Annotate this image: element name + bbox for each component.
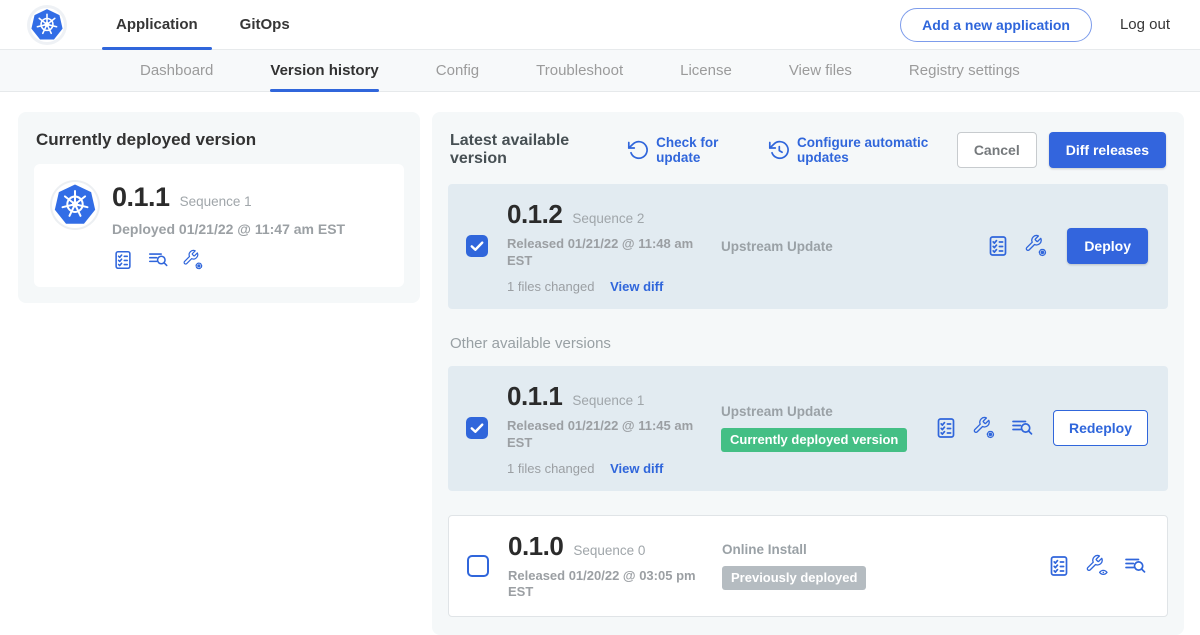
version-row-0-1-2: 0.1.2 Sequence 2 Released 01/21/22 @ 11:… [448, 184, 1168, 309]
version-source-label: Upstream Update [721, 404, 934, 419]
files-changed-label: 1 files changed [507, 279, 594, 294]
topnav-tabs: Application GitOps [116, 0, 290, 50]
currently-deployed-card: 0.1.1 Sequence 1 Deployed 01/21/22 @ 11:… [34, 164, 404, 287]
latest-version-header: Latest available version Check for updat… [450, 132, 1166, 168]
add-new-application-button[interactable]: Add a new application [900, 8, 1092, 42]
app-subnav: Dashboard Version history Config Trouble… [0, 50, 1200, 92]
logout-link[interactable]: Log out [1120, 16, 1170, 33]
previously-deployed-badge: Previously deployed [722, 566, 866, 590]
version-row-0-1-1: 0.1.1 Sequence 1 Released 01/21/22 @ 11:… [448, 366, 1168, 491]
deploy-button[interactable]: Deploy [1067, 228, 1148, 264]
app-kubernetes-icon [52, 182, 98, 228]
sequence-label: Sequence 0 [573, 543, 645, 558]
subnav-tab-license[interactable]: License [680, 50, 732, 92]
version-source-label: Upstream Update [721, 239, 986, 254]
deployed-version-label: 0.1.1 [112, 182, 170, 213]
other-available-versions-title: Other available versions [450, 335, 1166, 352]
deployed-timestamp: Deployed 01/21/22 @ 11:47 am EST [112, 221, 345, 237]
sequence-label: Sequence 2 [572, 211, 644, 226]
subnav-tab-dashboard[interactable]: Dashboard [140, 50, 213, 92]
version-label: 0.1.0 [508, 531, 563, 562]
cancel-button[interactable]: Cancel [957, 132, 1037, 168]
subnav-tab-version-history[interactable]: Version history [270, 50, 378, 92]
tab-application[interactable]: Application [116, 0, 198, 50]
preflight-checklist-icon[interactable] [934, 416, 958, 440]
configure-automatic-updates-label: Configure automatic updates [797, 135, 957, 165]
view-config-wrench-eye-icon[interactable] [1085, 554, 1109, 578]
subnav-tab-registry-settings[interactable]: Registry settings [909, 50, 1020, 92]
preflight-checklist-icon[interactable] [112, 249, 134, 271]
check-for-update-link[interactable]: Check for update [626, 135, 749, 165]
version-select-checkbox[interactable] [467, 555, 489, 577]
version-history-page: Currently deployed version 0.1.1 Sequenc… [0, 92, 1200, 635]
released-timestamp: Released 01/21/22 @ 11:45 am EST [507, 418, 707, 452]
deployed-sequence-label: Sequence 1 [180, 194, 252, 209]
edit-config-wrench-gear-icon[interactable] [182, 249, 204, 271]
auto-update-clock-icon [767, 138, 791, 162]
preflight-checklist-icon[interactable] [1047, 554, 1071, 578]
view-files-search-icon[interactable] [147, 249, 169, 271]
edit-config-wrench-gear-icon[interactable] [1024, 234, 1048, 258]
redeploy-button[interactable]: Redeploy [1053, 410, 1148, 446]
version-select-checkbox[interactable] [466, 235, 488, 257]
view-files-search-icon[interactable] [1123, 554, 1147, 578]
version-row-0-1-0: 0.1.0 Sequence 0 Released 01/20/22 @ 03:… [448, 515, 1168, 618]
files-changed-label: 1 files changed [507, 461, 594, 476]
kubernetes-logo-icon [30, 8, 64, 42]
version-label: 0.1.2 [507, 199, 562, 230]
view-files-search-icon[interactable] [1010, 416, 1034, 440]
available-versions-panel: Latest available version Check for updat… [432, 112, 1184, 635]
latest-version-title: Latest available version [450, 132, 608, 168]
row-gap [448, 491, 1168, 515]
check-for-update-label: Check for update [656, 135, 749, 165]
version-select-checkbox[interactable] [466, 417, 488, 439]
diff-releases-button[interactable]: Diff releases [1049, 132, 1166, 168]
tab-gitops[interactable]: GitOps [240, 0, 290, 50]
currently-deployed-title: Currently deployed version [36, 130, 404, 150]
configure-automatic-updates-link[interactable]: Configure automatic updates [767, 135, 957, 165]
currently-deployed-panel: Currently deployed version 0.1.1 Sequenc… [18, 112, 420, 303]
sequence-label: Sequence 1 [572, 393, 644, 408]
currently-deployed-badge: Currently deployed version [721, 428, 907, 452]
subnav-tab-view-files[interactable]: View files [789, 50, 852, 92]
refresh-icon [626, 138, 650, 162]
version-source-label: Online Install [722, 542, 1047, 557]
edit-config-wrench-gear-icon[interactable] [972, 416, 996, 440]
view-diff-link[interactable]: View diff [610, 279, 663, 294]
released-timestamp: Released 01/21/22 @ 11:48 am EST [507, 236, 707, 270]
released-timestamp: Released 01/20/22 @ 03:05 pm EST [508, 568, 708, 602]
preflight-checklist-icon[interactable] [986, 234, 1010, 258]
subnav-tab-config[interactable]: Config [436, 50, 479, 92]
view-diff-link[interactable]: View diff [610, 461, 663, 476]
top-navbar: Application GitOps Add a new application… [0, 0, 1200, 50]
kots-admin-console: Application GitOps Add a new application… [0, 0, 1200, 634]
version-label: 0.1.1 [507, 381, 562, 412]
subnav-tab-troubleshoot[interactable]: Troubleshoot [536, 50, 623, 92]
